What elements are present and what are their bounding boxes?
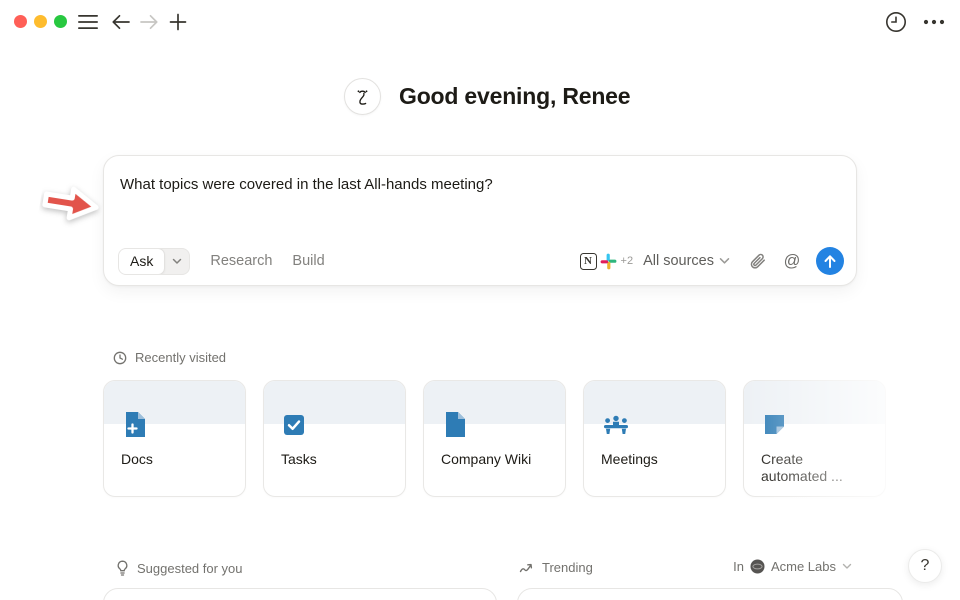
more-options-icon[interactable] — [922, 13, 946, 31]
meeting-people-icon — [603, 413, 629, 442]
mention-button[interactable]: @ — [778, 247, 806, 275]
ai-composer[interactable]: What topics were covered in the last All… — [103, 155, 857, 286]
card-create-automated[interactable]: Create automated ... — [743, 380, 886, 497]
card-title: Company Wiki — [441, 451, 551, 468]
suggested-label: Suggested for you — [137, 561, 243, 576]
mode-ask-button[interactable]: Ask — [118, 248, 165, 275]
recently-visited-cards: Docs Tasks Company Wiki — [103, 380, 886, 497]
card-docs[interactable]: Docs — [103, 380, 246, 497]
mode-chevron-down-icon[interactable] — [165, 248, 189, 275]
trending-header: Trending — [519, 560, 593, 575]
pointer-annotation-arrow-icon — [36, 176, 105, 235]
trending-card[interactable] — [517, 588, 903, 600]
trending-up-icon — [519, 562, 534, 574]
chevron-down-icon — [842, 563, 852, 570]
ai-face-doodle-icon — [344, 78, 381, 115]
window-controls — [14, 15, 67, 28]
composer-query-text[interactable]: What topics were covered in the last All… — [120, 174, 840, 195]
mode-research-button[interactable]: Research — [210, 253, 272, 269]
all-sources-label: All sources — [643, 253, 714, 269]
card-company-wiki[interactable]: Company Wiki — [423, 380, 566, 497]
recently-visited-header: Recently visited — [113, 350, 226, 365]
page-icon — [443, 411, 468, 443]
workspace-name: Acme Labs — [771, 559, 836, 574]
recently-visited-label: Recently visited — [135, 350, 226, 365]
doc-plus-icon — [123, 411, 148, 443]
composer-toolbar: Ask Research Build N +2 — [118, 247, 844, 275]
card-title: Tasks — [281, 451, 391, 468]
suggested-card[interactable] — [103, 588, 497, 600]
notion-source-icon: N — [580, 253, 597, 270]
back-arrow-icon[interactable] — [110, 11, 132, 32]
forward-arrow-icon[interactable] — [138, 11, 160, 32]
mode-build-button[interactable]: Build — [292, 253, 324, 269]
help-button[interactable]: ? — [908, 549, 942, 583]
mode-switcher: Ask — [118, 248, 190, 275]
page-title: Good evening, Renee — [399, 83, 630, 110]
trending-label: Trending — [542, 560, 593, 575]
workspace-scope-dropdown[interactable]: In Acme Labs — [733, 559, 852, 574]
note-icon — [763, 413, 786, 441]
chevron-down-icon — [719, 257, 730, 265]
title-bar — [0, 0, 960, 44]
close-window-button[interactable] — [14, 15, 27, 28]
paperclip-icon — [749, 252, 767, 271]
minimize-window-button[interactable] — [34, 15, 47, 28]
card-title: Meetings — [601, 451, 711, 468]
lightbulb-icon — [116, 560, 129, 576]
workspace-logo-icon — [750, 559, 765, 574]
card-title: Create automated ... — [761, 451, 871, 485]
card-meetings[interactable]: Meetings — [583, 380, 726, 497]
sources-overflow-badge: +2 — [621, 255, 634, 267]
scope-prefix: In — [733, 559, 744, 574]
new-tab-plus-icon[interactable] — [167, 11, 189, 32]
clock-icon — [113, 351, 127, 365]
slack-source-icon — [600, 253, 617, 270]
app-window: Good evening, Renee What topics were cov… — [0, 0, 960, 600]
connected-sources-chips[interactable]: N +2 — [580, 253, 634, 270]
sidebar-menu-icon[interactable] — [77, 12, 99, 32]
send-button[interactable] — [816, 247, 844, 275]
zoom-window-button[interactable] — [54, 15, 67, 28]
arrow-up-icon — [823, 254, 837, 269]
history-clock-icon[interactable] — [884, 10, 908, 34]
attach-file-button[interactable] — [744, 247, 772, 275]
help-glyph: ? — [921, 557, 930, 575]
suggested-header: Suggested for you — [116, 560, 243, 576]
card-tasks[interactable]: Tasks — [263, 380, 406, 497]
at-icon: @ — [784, 252, 801, 271]
checkbox-icon — [283, 414, 305, 441]
all-sources-dropdown[interactable]: All sources — [643, 253, 730, 269]
card-title: Docs — [121, 451, 231, 468]
